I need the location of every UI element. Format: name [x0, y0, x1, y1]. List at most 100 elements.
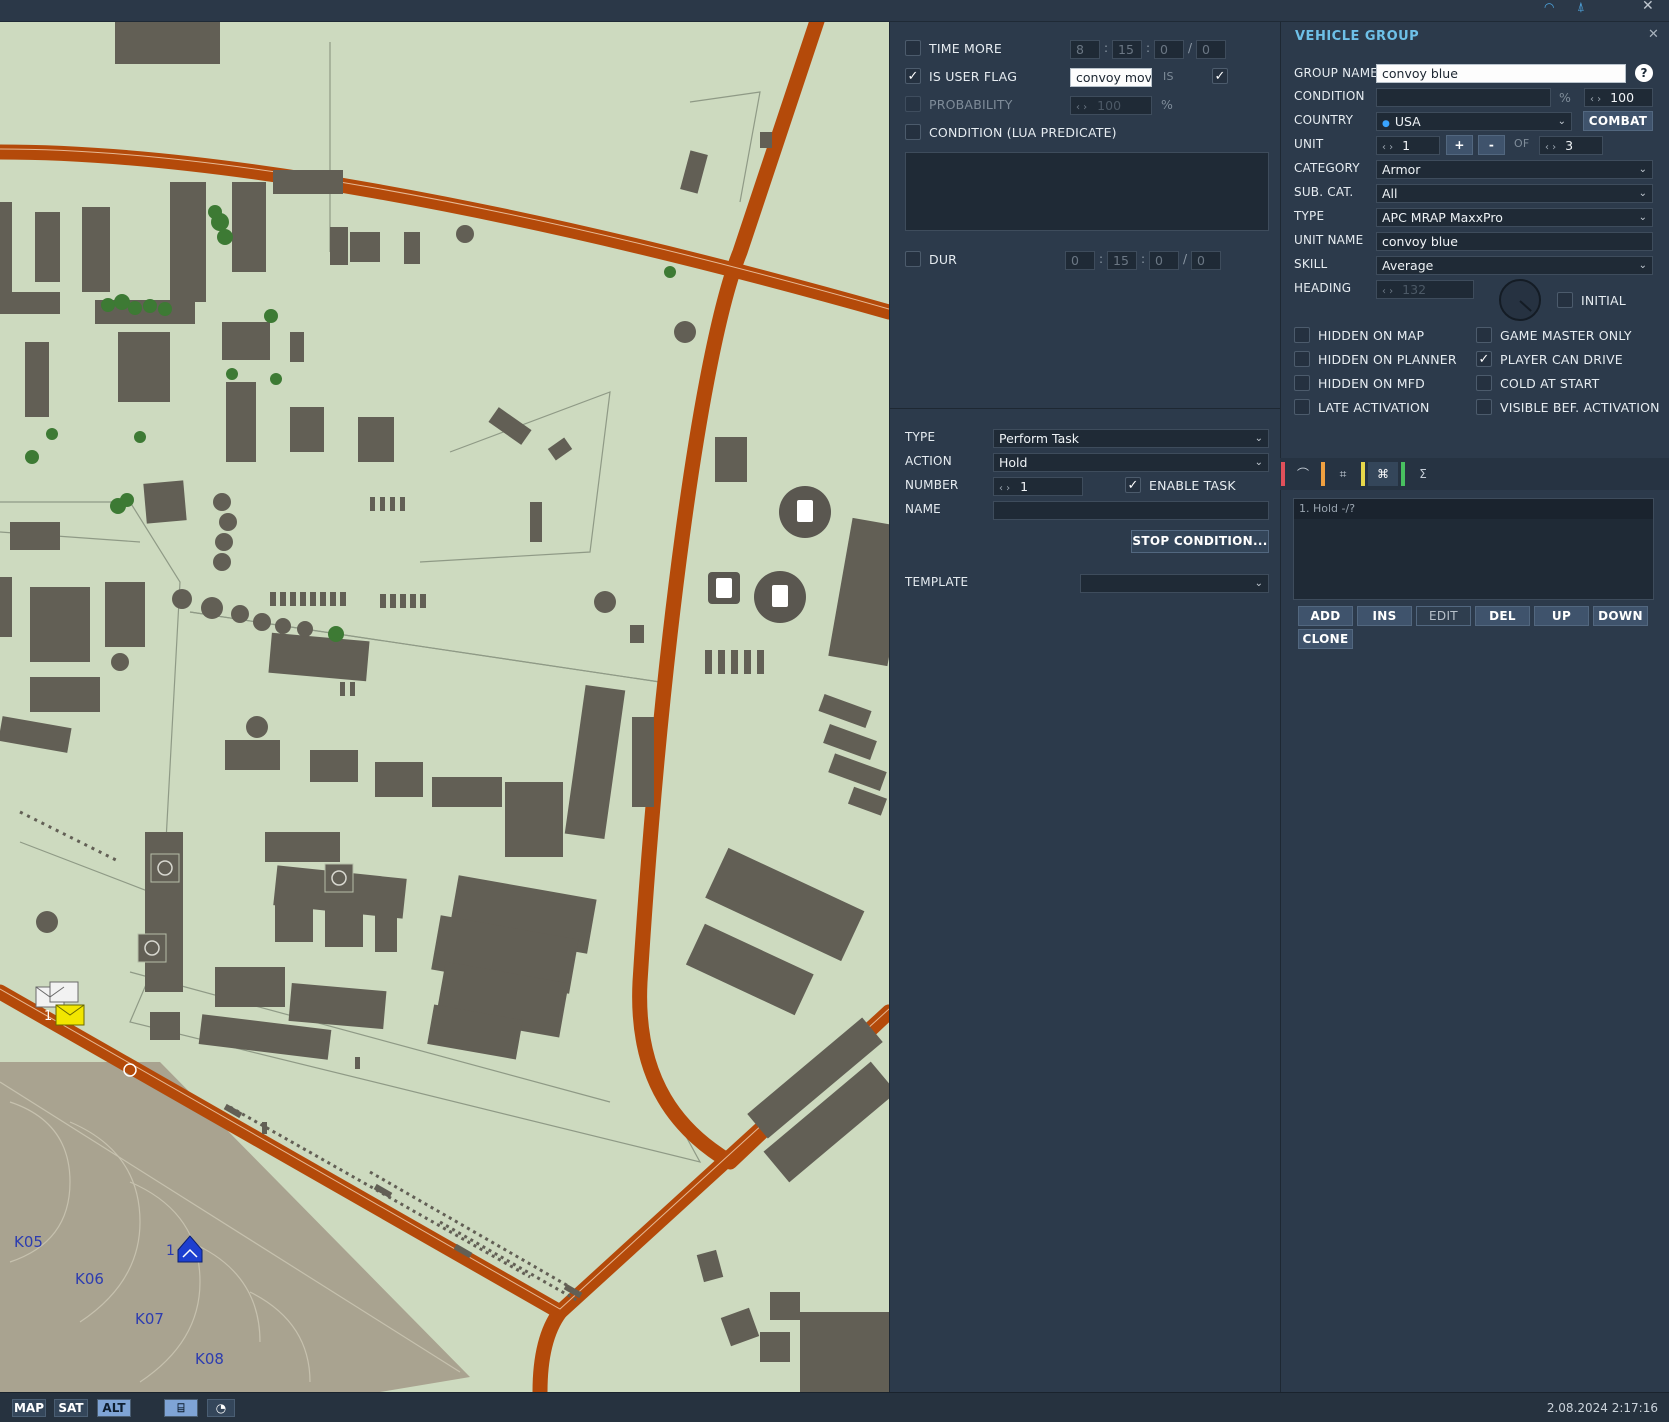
condition-percent-stepper[interactable]: ‹ › 100	[1584, 88, 1653, 107]
chevron-down-icon: ⌄	[1638, 188, 1647, 199]
is-user-flag-checkbox[interactable]: ✓	[905, 68, 921, 84]
command-icon: ⌘	[1377, 467, 1389, 481]
stepper-arrows-icon: ‹ ›	[999, 483, 1011, 494]
probability-input[interactable]: ‹ › 100	[1070, 96, 1152, 115]
help-icon[interactable]: ?	[1635, 64, 1653, 82]
stepper-arrows-icon: ‹ ›	[1076, 102, 1088, 113]
task-list-item[interactable]: 1. Hold -/?	[1294, 499, 1653, 519]
chevron-down-icon: ⌄	[1638, 212, 1647, 223]
tab-color-marker	[1321, 462, 1325, 486]
time-more-hours[interactable]: 8	[1070, 40, 1100, 59]
task-action-select[interactable]: Hold ⌄	[993, 453, 1269, 472]
taxi-label: K07	[135, 1310, 164, 1328]
initial-heading-checkbox[interactable]	[1557, 292, 1573, 308]
tab-color-marker	[1361, 462, 1365, 486]
hidden-on-planner-checkbox[interactable]	[1294, 351, 1310, 367]
condition-lua-checkbox[interactable]	[905, 124, 921, 140]
late-activation-checkbox[interactable]	[1294, 399, 1310, 415]
time-more-days[interactable]: 0	[1196, 40, 1226, 59]
tab-route[interactable]: ⌒	[1288, 462, 1318, 486]
dur-days[interactable]: 0	[1191, 251, 1221, 270]
datetime-readout: 2.08.2024 2:17:16	[1546, 1401, 1658, 1415]
insert-task-button[interactable]: INS	[1357, 606, 1412, 626]
route-icon: ⌒	[1296, 467, 1309, 481]
layers-toggle[interactable]: ⌸	[164, 1399, 198, 1417]
stepper-arrows-icon: ‹ ›	[1590, 94, 1602, 105]
section-divider	[890, 408, 1281, 409]
unit-name-input[interactable]: convoy blue	[1376, 232, 1653, 251]
move-down-button[interactable]: DOWN	[1593, 606, 1648, 626]
clone-task-button[interactable]: CLONE	[1298, 629, 1353, 649]
unit-label: UNIT	[1294, 137, 1324, 151]
task-type-select[interactable]: Perform Task ⌄	[993, 429, 1269, 448]
add-task-button[interactable]: ADD	[1298, 606, 1353, 626]
tab-summary[interactable]: Σ	[1408, 462, 1438, 486]
add-unit-button[interactable]: +	[1446, 135, 1473, 155]
condition-input[interactable]	[1376, 88, 1551, 107]
task-name-input[interactable]	[993, 501, 1269, 520]
clock-toggle[interactable]: ◔	[207, 1399, 235, 1417]
close-icon[interactable]: ✕	[1642, 0, 1654, 14]
enable-task-checkbox[interactable]: ✓	[1125, 477, 1141, 493]
target-icon: ⌗	[1339, 467, 1347, 481]
type-select[interactable]: APC MRAP MaxxPro ⌄	[1376, 208, 1653, 227]
wifi-icon: ◠	[1544, 0, 1555, 14]
alt-mode-button[interactable]: ALT	[97, 1399, 131, 1417]
stepper-arrows-icon: ‹ ›	[1382, 286, 1394, 297]
skill-select[interactable]: Average ⌄	[1376, 256, 1653, 275]
close-icon[interactable]: ✕	[1648, 27, 1659, 42]
unit-total-stepper[interactable]: ‹ › 3	[1539, 136, 1603, 155]
top-bar: ◠ ⍋ ✕	[0, 0, 1669, 22]
game-master-only-checkbox[interactable]	[1476, 327, 1492, 343]
category-select[interactable]: Armor ⌄	[1376, 160, 1653, 179]
template-select[interactable]: ⌄	[1080, 574, 1269, 593]
clock-icon: ◔	[215, 1401, 227, 1415]
mission-map[interactable]: 1 1 K05 K06 K07 K08	[0, 22, 889, 1392]
dur-checkbox[interactable]	[905, 251, 921, 267]
heading-dial[interactable]	[1499, 279, 1541, 321]
probability-checkbox[interactable]	[905, 96, 921, 112]
dur-seconds[interactable]: 0	[1149, 251, 1179, 270]
tab-triggered-actions[interactable]: ⌘	[1368, 462, 1398, 486]
category-label: CATEGORY	[1294, 161, 1360, 175]
task-type-label: TYPE	[905, 430, 936, 444]
visible-before-activation-checkbox[interactable]	[1476, 399, 1492, 415]
task-list[interactable]: 1. Hold -/?	[1293, 498, 1654, 600]
move-up-button[interactable]: UP	[1534, 606, 1589, 626]
subcat-select[interactable]: All ⌄	[1376, 184, 1653, 203]
unit-name-label: UNIT NAME	[1294, 233, 1364, 247]
flag-value-checkbox[interactable]: ✓	[1212, 68, 1228, 84]
dur-minutes[interactable]: 15	[1107, 251, 1137, 270]
sat-mode-button[interactable]: SAT	[54, 1399, 88, 1417]
task-number-stepper[interactable]: ‹ › 1	[993, 477, 1083, 496]
group-name-input[interactable]: convoy blue	[1376, 64, 1626, 83]
delete-task-button[interactable]: DEL	[1475, 606, 1530, 626]
condition-unit: %	[1559, 90, 1572, 105]
condition-lua-textarea[interactable]	[905, 152, 1269, 231]
time-more-checkbox[interactable]	[905, 40, 921, 56]
hidden-on-planner-label: HIDDEN ON PLANNER	[1318, 352, 1457, 367]
type-label: TYPE	[1294, 209, 1325, 223]
task-action-label: ACTION	[905, 454, 952, 468]
dur-label: DUR	[929, 252, 958, 267]
country-select[interactable]: ● USA ⌄	[1376, 112, 1572, 131]
hidden-on-map-checkbox[interactable]	[1294, 327, 1310, 343]
time-more-seconds[interactable]: 0	[1154, 40, 1184, 59]
user-flag-name-input[interactable]: convoy move	[1070, 68, 1152, 87]
tower-icon: ⍋	[1577, 0, 1585, 15]
player-can-drive-checkbox[interactable]: ✓	[1476, 351, 1492, 367]
map-mode-button[interactable]: MAP	[12, 1399, 46, 1417]
tab-targets[interactable]: ⌗	[1328, 462, 1358, 486]
dur-hours[interactable]: 0	[1065, 251, 1095, 270]
condition-label: CONDITION	[1294, 89, 1365, 103]
remove-unit-button[interactable]: -	[1478, 135, 1505, 155]
stop-condition-button[interactable]: STOP CONDITION...	[1131, 530, 1269, 553]
heading-label: HEADING	[1294, 281, 1352, 295]
unit-index-stepper[interactable]: ‹ › 1	[1376, 136, 1440, 155]
time-more-minutes[interactable]: 15	[1112, 40, 1142, 59]
edit-task-button[interactable]: EDIT	[1416, 606, 1471, 626]
cold-at-start-checkbox[interactable]	[1476, 375, 1492, 391]
heading-stepper[interactable]: ‹ › 132	[1376, 280, 1474, 299]
hidden-on-mfd-checkbox[interactable]	[1294, 375, 1310, 391]
combat-button[interactable]: COMBAT	[1583, 111, 1653, 131]
